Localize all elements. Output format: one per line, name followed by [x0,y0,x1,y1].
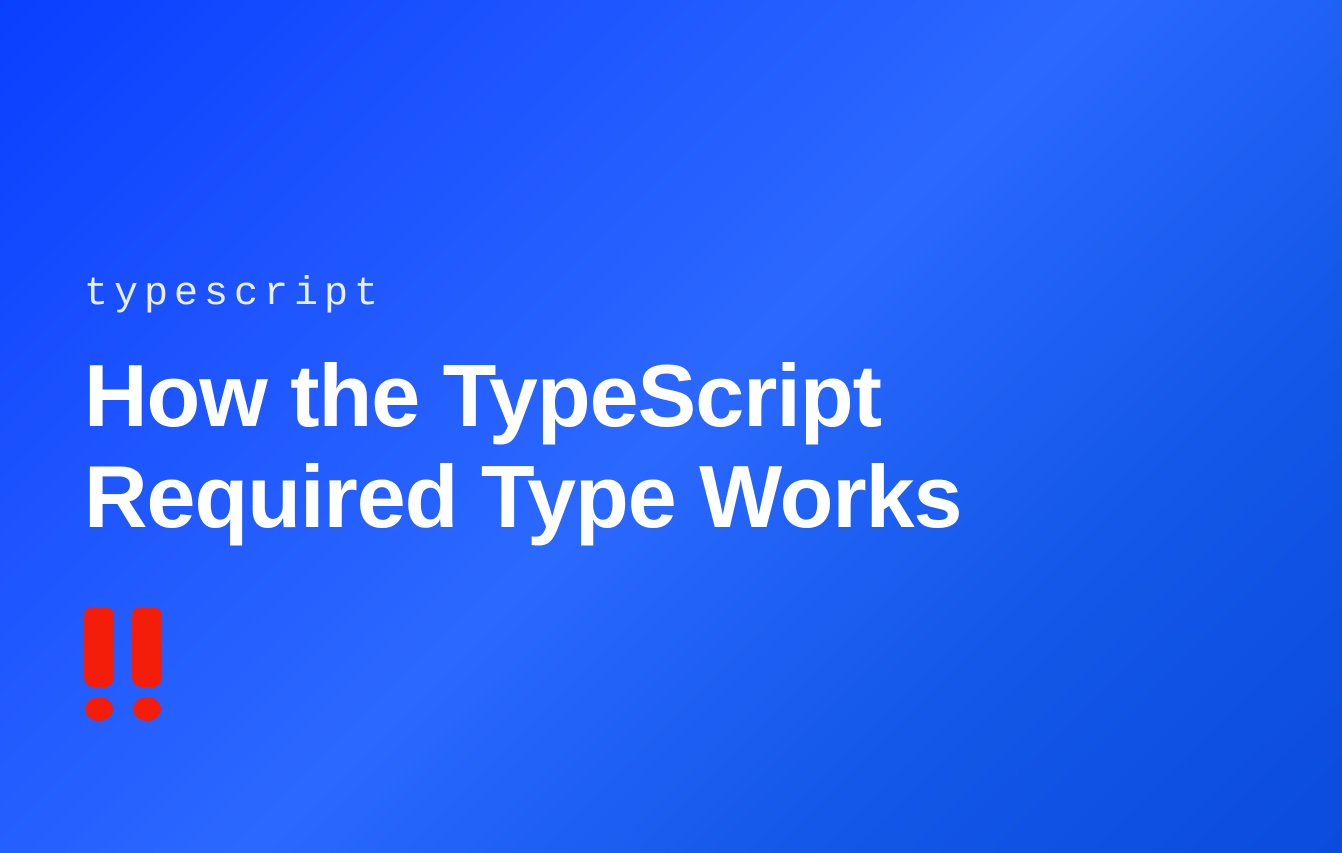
double-exclamation-icon [84,607,1184,721]
article-title: How the TypeScript Required Type Works [84,345,1184,547]
category-label: typescript [84,272,1184,317]
hero-content: typescript How the TypeScript Required T… [84,272,1184,721]
exclamation-icon [132,607,162,721]
exclamation-icon [84,607,114,721]
